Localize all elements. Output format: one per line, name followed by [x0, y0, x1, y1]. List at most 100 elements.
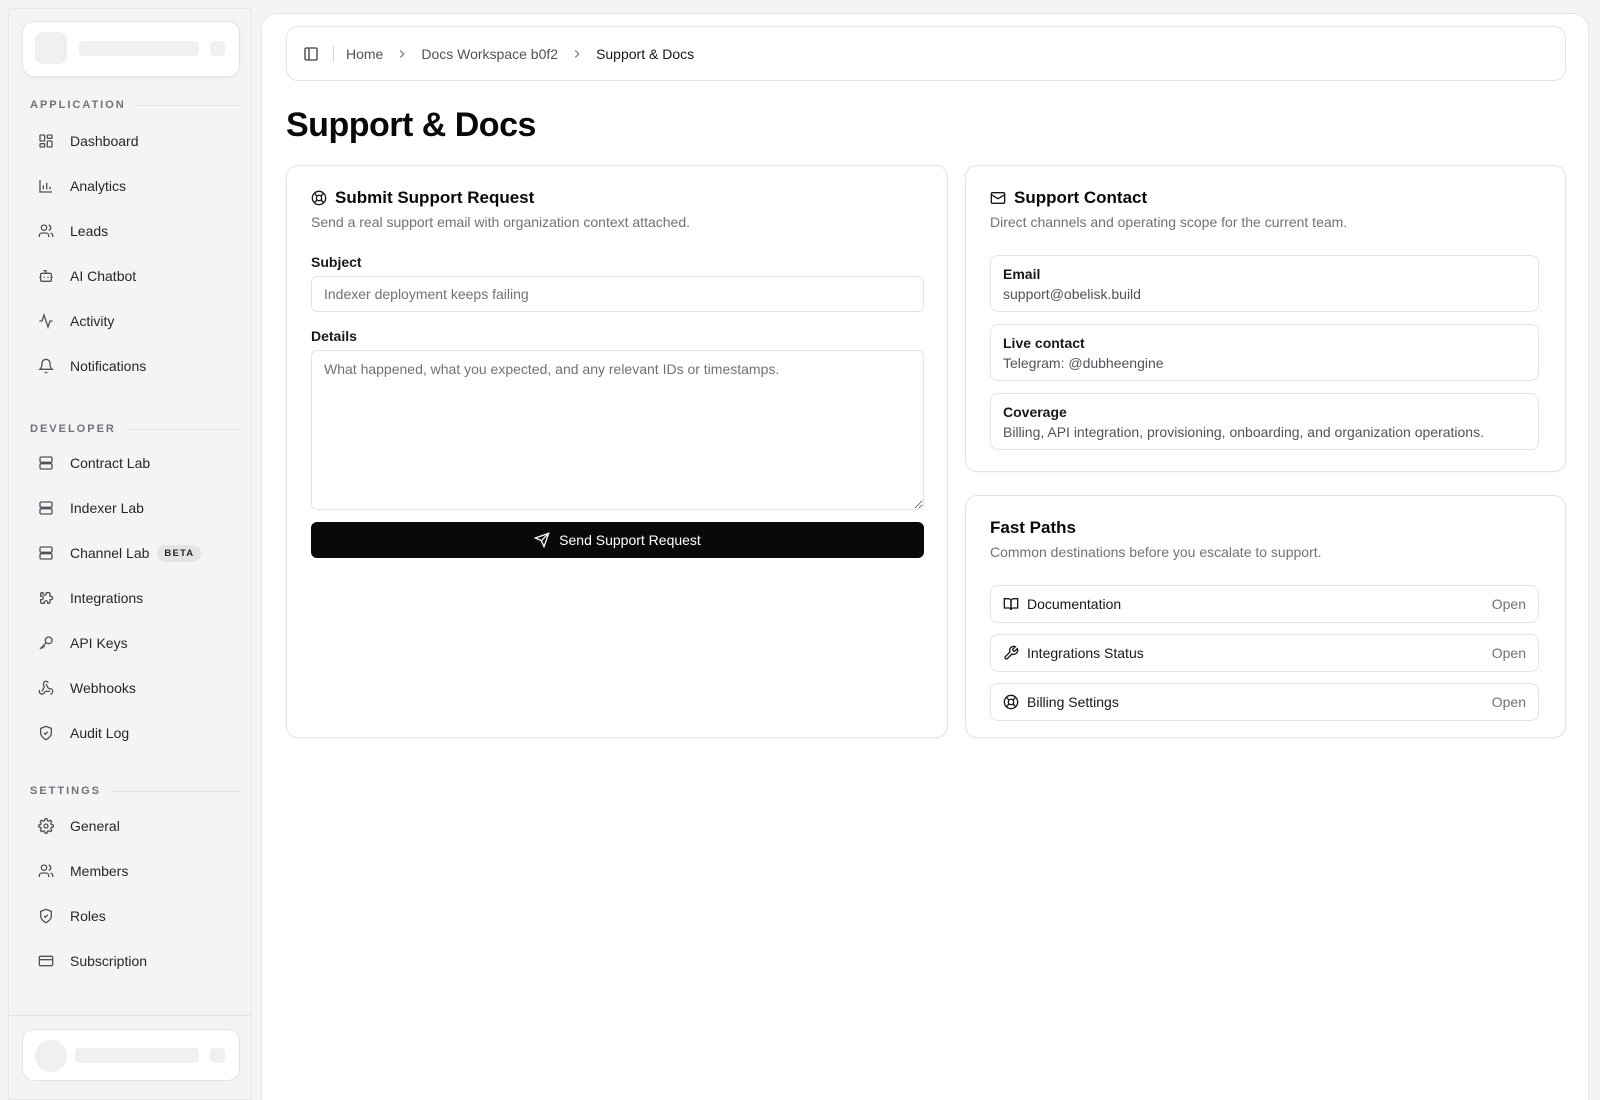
- contact-coverage: Coverage Billing, API integration, provi…: [990, 393, 1539, 450]
- breadcrumb-current: Support & Docs: [596, 45, 695, 62]
- sidebar-item-contract-lab[interactable]: Contract Lab: [30, 445, 240, 481]
- chevron-right-icon: [400, 49, 405, 58]
- section-label-settings: Settings: [30, 785, 240, 797]
- breadcrumb: Home Docs Workspace b0f2 Support & Docs: [346, 46, 694, 62]
- sidebar-item-dashboard[interactable]: Dashboard: [30, 123, 240, 159]
- sidebar-item-audit-log[interactable]: Audit Log: [30, 715, 240, 751]
- card-title: Fast Paths: [990, 518, 1076, 538]
- shield-icon: [40, 908, 52, 924]
- workspace-avatar-placeholder: [35, 32, 67, 64]
- sidebar-item-activity[interactable]: Activity: [30, 303, 240, 339]
- workspace-switcher[interactable]: [22, 21, 240, 77]
- book-open-icon: [1003, 598, 1019, 611]
- contact-coverage-label: Coverage: [1003, 404, 1067, 420]
- fast-path-label: Documentation: [1027, 596, 1122, 612]
- support-request-title: Submit Support Request: [335, 188, 535, 207]
- server-icon: [39, 546, 53, 560]
- breadcrumb-home[interactable]: Home: [346, 46, 383, 62]
- support-request-description: Send a real support email with organizat…: [311, 214, 691, 230]
- sidebar-item-label: General: [70, 818, 120, 834]
- sidebar-item-integrations[interactable]: Integrations: [30, 580, 240, 616]
- bell-icon: [38, 358, 54, 374]
- breadcrumb-workspace[interactable]: Docs Workspace b0f2: [421, 46, 558, 62]
- support-contact-card: Support Contact Direct channels and oper…: [965, 165, 1566, 472]
- user-name-placeholder: [75, 1048, 199, 1063]
- sidebar-item-ai-chatbot[interactable]: AI Chatbot: [30, 258, 240, 294]
- sidebar-item-label: Channel Lab: [70, 545, 150, 561]
- main-content: Home Docs Workspace b0f2 Support & Docs …: [261, 13, 1589, 1100]
- sidebar-item-members[interactable]: Members: [30, 853, 240, 889]
- shield-check-icon: [40, 725, 52, 741]
- card-title: Support Contact: [990, 188, 1147, 208]
- sidebar-item-indexer-lab[interactable]: Indexer Lab: [30, 490, 240, 526]
- section-label-developer: Developer: [30, 423, 240, 435]
- fast-path-billing-settings[interactable]: Billing Settings Open: [990, 683, 1539, 721]
- users-icon: [38, 224, 54, 237]
- details-textarea[interactable]: [311, 350, 924, 510]
- contact-live-label: Live contact: [1003, 335, 1085, 351]
- subject-input[interactable]: [311, 276, 924, 312]
- support-request-card: Submit Support Request Send a real suppo…: [286, 165, 948, 738]
- open-link[interactable]: Open: [1492, 694, 1526, 710]
- details-label: Details: [311, 328, 357, 344]
- chevron-right-icon: [574, 49, 580, 58]
- sidebar-item-channel-lab[interactable]: Channel Lab BETA: [30, 535, 240, 571]
- sidebar-item-leads[interactable]: Leads: [30, 213, 240, 249]
- sidebar-item-label: Audit Log: [70, 725, 130, 741]
- sidebar-item-label: Indexer Lab: [70, 500, 144, 516]
- sidebar-item-api-keys[interactable]: API Keys: [30, 625, 240, 661]
- contact-email-value: support@obelisk.build: [1003, 286, 1141, 302]
- sidebar-item-label: Analytics: [70, 178, 127, 194]
- bot-icon: [39, 270, 53, 282]
- open-link[interactable]: Open: [1492, 596, 1526, 612]
- section-label-application: Application: [30, 99, 240, 111]
- sidebar-item-label: API Keys: [70, 635, 128, 651]
- contact-live-value: Telegram: @dubheengine: [1003, 355, 1164, 371]
- fast-path-label: Integrations Status: [1027, 645, 1144, 661]
- key-icon: [39, 636, 53, 650]
- chevron-placeholder: [210, 1048, 225, 1063]
- sidebar-item-label: Integrations: [70, 590, 144, 606]
- sidebar-item-subscription[interactable]: Subscription: [30, 943, 240, 979]
- sidebar-item-label: Activity: [70, 313, 115, 329]
- life-buoy-icon: [1003, 694, 1019, 710]
- user-menu[interactable]: [22, 1029, 240, 1081]
- fast-paths-card: Fast Paths Common destinations before yo…: [965, 495, 1566, 738]
- fast-path-integrations-status[interactable]: Integrations Status Open: [990, 634, 1539, 672]
- sidebar-item-label: AI Chatbot: [70, 268, 137, 284]
- send-button-label: Send Support Request: [559, 532, 701, 548]
- fast-paths-title: Fast Paths: [990, 518, 1076, 537]
- chevron-placeholder: [210, 41, 225, 56]
- sidebar-item-webhooks[interactable]: Webhooks: [30, 670, 240, 706]
- fast-path-documentation[interactable]: Documentation Open: [990, 585, 1539, 623]
- subject-label: Subject: [311, 254, 362, 270]
- dashboard-icon: [39, 134, 53, 148]
- credit-card-icon: [38, 955, 54, 967]
- sidebar-toggle-icon[interactable]: [303, 46, 319, 62]
- support-contact-description: Direct channels and operating scope for …: [990, 214, 1348, 230]
- webhook-icon: [38, 680, 54, 695]
- bar-chart-icon: [39, 180, 52, 193]
- sidebar-item-label: Subscription: [70, 953, 148, 969]
- send-support-request-button[interactable]: Send Support Request: [311, 522, 924, 558]
- sidebar-item-label: Notifications: [70, 358, 147, 374]
- contact-email: Email support@obelisk.build: [990, 255, 1539, 312]
- sidebar-item-label: Contract Lab: [70, 455, 151, 471]
- card-title: Submit Support Request: [311, 188, 534, 208]
- server-icon: [39, 501, 53, 515]
- contact-email-label: Email: [1003, 266, 1041, 282]
- top-bar: Home Docs Workspace b0f2 Support & Docs: [286, 26, 1566, 81]
- gear-icon: [38, 818, 54, 834]
- topbar-divider: [333, 45, 334, 62]
- wrench-icon: [1004, 645, 1019, 660]
- users-icon: [38, 864, 54, 877]
- open-link[interactable]: Open: [1492, 645, 1526, 661]
- sidebar-item-notifications[interactable]: Notifications: [30, 348, 240, 384]
- sidebar-item-analytics[interactable]: Analytics: [30, 168, 240, 204]
- sidebar: Application Dashboard Analytics Leads AI…: [8, 8, 252, 1100]
- contact-coverage-value: Billing, API integration, provisioning, …: [1003, 424, 1484, 440]
- sidebar-item-roles[interactable]: Roles: [30, 898, 240, 934]
- sidebar-item-general[interactable]: General: [30, 808, 240, 844]
- send-icon: [534, 532, 550, 548]
- beta-badge: BETA: [157, 544, 202, 562]
